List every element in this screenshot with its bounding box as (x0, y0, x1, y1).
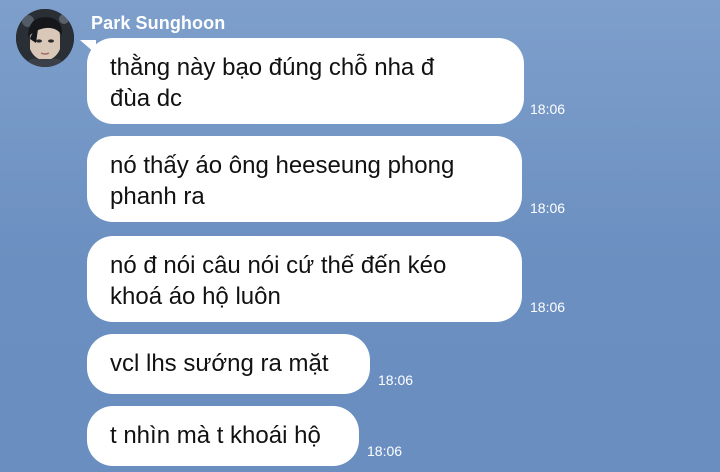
message-bubble[interactable]: thằng này bạo đúng chỗ nha đ đùa dc (87, 38, 524, 124)
message-text-line: khoá áo hộ luôn (110, 283, 281, 310)
message-text-line: nó đ nói câu nói cứ thế đến kéo (110, 252, 447, 279)
message-text-line: t nhìn mà t khoái hộ (110, 422, 321, 449)
message-text-line: đùa dc (110, 85, 183, 112)
message-text-line: phanh ra (110, 183, 205, 210)
sender-name: Park Sunghoon (91, 13, 226, 33)
message-bubble[interactable]: t nhìn mà t khoái hộ (87, 406, 359, 466)
message-time: 18:06 (530, 299, 566, 315)
message-time: 18:06 (530, 101, 566, 117)
message-bubble[interactable]: nó thấy áo ông heeseung phong phanh ra (87, 136, 522, 222)
message-time: 18:06 (530, 200, 566, 216)
message-text-line: thằng này bạo đúng chỗ nha đ (110, 54, 435, 81)
message-time: 18:06 (367, 443, 403, 459)
message-text-line: nó thấy áo ông heeseung phong (110, 152, 455, 179)
avatar-image (16, 9, 74, 67)
message-time: 18:06 (378, 372, 414, 388)
message-bubble[interactable]: vcl lhs sướng ra mặt (87, 334, 370, 394)
message-bubble[interactable]: nó đ nói câu nói cứ thế đến kéo khoá áo … (87, 236, 522, 322)
message-text-line: vcl lhs sướng ra mặt (110, 350, 329, 377)
sender-avatar[interactable] (16, 9, 74, 67)
